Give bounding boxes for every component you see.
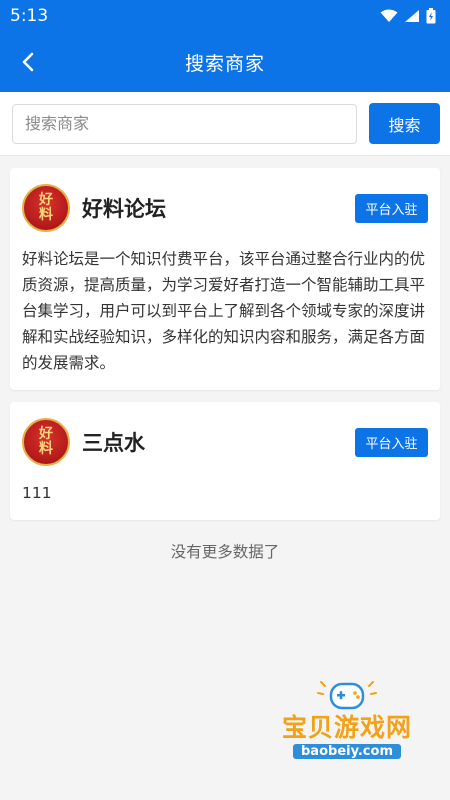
- status-time: 5:13: [10, 6, 49, 26]
- merchant-list: 好 料 好料论坛 平台入驻 好料论坛是一个知识付费平台，该平台通过整合行业内的优…: [0, 156, 450, 562]
- search-button[interactable]: 搜索: [369, 103, 440, 144]
- status-bar: 5:13: [0, 0, 450, 32]
- gamepad-icon: [317, 681, 377, 710]
- search-input[interactable]: [12, 103, 357, 144]
- merchant-card[interactable]: 好 料 好料论坛 平台入驻 好料论坛是一个知识付费平台，该平台通过整合行业内的优…: [10, 168, 440, 390]
- merchant-description: 好料论坛是一个知识付费平台，该平台通过整合行业内的优质资源，提高质量，为学习爱好…: [22, 250, 426, 372]
- logo-char: 料: [39, 207, 53, 223]
- no-more-data-text: 没有更多数据了: [170, 543, 280, 561]
- merchant-card[interactable]: 好 料 三点水 平台入驻 111: [10, 402, 440, 520]
- search-bar: 搜索: [0, 92, 450, 156]
- chevron-left-icon: [22, 52, 34, 72]
- merchant-name: 三点水: [82, 431, 145, 455]
- watermark: 宝贝游戏网 baobeiy.com: [272, 678, 422, 778]
- status-icons: [380, 8, 436, 24]
- logo-char: 料: [39, 441, 53, 457]
- battery-icon: [426, 8, 436, 24]
- page-title: 搜索商家: [184, 52, 265, 75]
- logo-char: 好: [39, 192, 53, 208]
- merchant-name: 好料论坛: [82, 197, 166, 221]
- merchant-card-header: 好 料 好料论坛 平台入驻: [22, 182, 428, 234]
- signal-icon: [405, 10, 419, 22]
- wifi-icon: [380, 9, 398, 22]
- merchant-logo: 好 料: [22, 184, 70, 232]
- logo-char: 好: [39, 426, 53, 442]
- merchant-logo: 好 料: [22, 418, 70, 466]
- watermark-url: baobeiy.com: [293, 744, 401, 759]
- back-button[interactable]: [8, 42, 48, 82]
- app-header: 搜索商家: [0, 32, 450, 92]
- join-platform-button[interactable]: 平台入驻: [355, 427, 428, 457]
- merchant-description: 111: [22, 484, 52, 502]
- merchant-card-header: 好 料 三点水 平台入驻: [22, 416, 428, 468]
- screen: 5:13 搜索商家 搜索商家 搜索 好 料 好料论坛 平台入驻 好料论坛是一个知…: [0, 0, 450, 800]
- join-platform-button[interactable]: 平台入驻: [355, 193, 428, 223]
